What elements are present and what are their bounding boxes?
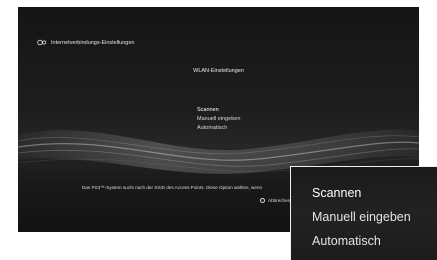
circle-button-icon [260,198,265,203]
menu-item-scannen[interactable]: Scannen [197,106,240,115]
globe-network-icon [37,39,47,46]
cancel-label: Abbrechen [268,198,291,203]
zoom-menu: Scannen Manuell eingeben Automatisch [312,181,411,253]
menu-item-automatisch[interactable]: Automatisch [197,124,240,133]
stage: Internetverbindungs-Einstellungen WLAN-E… [0,0,437,260]
zoom-item-automatisch[interactable]: Automatisch [312,229,411,253]
page-title: Internetverbindungs-Einstellungen [51,39,135,46]
cancel-button[interactable]: Abbrechen [260,198,290,203]
connection-menu: Scannen Manuell eingeben Automatisch [197,106,240,133]
help-text: Das PS3™-System sucht nach der SSID des … [82,185,263,190]
menu-item-manuell[interactable]: Manuell eingeben [197,115,240,124]
dialog-title: WLAN-Einstellungen [193,68,244,74]
zoom-item-scannen[interactable]: Scannen [312,181,411,205]
zoom-item-manuell[interactable]: Manuell eingeben [312,205,411,229]
page-header: Internetverbindungs-Einstellungen [37,39,134,46]
zoom-inset: Scannen Manuell eingeben Automatisch [290,166,437,260]
